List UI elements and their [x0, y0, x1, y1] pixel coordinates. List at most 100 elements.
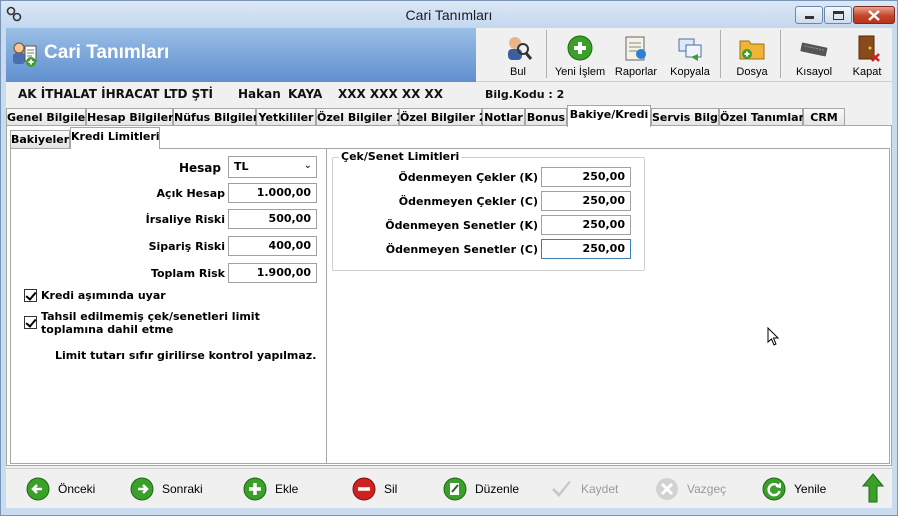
order-risk-input[interactable]: 400,00: [228, 236, 317, 256]
shortcut-button[interactable]: Kısayol: [786, 30, 842, 80]
find-button[interactable]: Bul: [494, 30, 542, 80]
tab-crm[interactable]: CRM: [803, 108, 845, 126]
tab-bonus[interactable]: Bonus: [525, 108, 567, 126]
balance-credit-panel: Bakiyeler Kredi Limitleri Hesap TL ⌄ Açı…: [6, 125, 892, 466]
arrow-right-icon: [130, 477, 154, 501]
refresh-icon: [762, 477, 786, 501]
currency-value: TL: [234, 160, 249, 173]
cancel-x-icon: [656, 478, 678, 500]
find-label: Bul: [510, 66, 526, 78]
maximize-button[interactable]: [824, 6, 852, 24]
arrow-up-icon[interactable]: [862, 473, 884, 503]
report-icon: [625, 36, 646, 61]
tab-custom-1[interactable]: Özel Bilgiler 1: [316, 108, 404, 126]
close-icon: [868, 10, 880, 21]
credit-overrun-warning-checkbox[interactable]: [24, 289, 37, 302]
new-transaction-button[interactable]: Yeni İşlem: [550, 30, 610, 80]
window-frame: Cari Tanımları Bul Yeni İşlem Raporlar K…: [0, 28, 898, 516]
toolbar-separator: [720, 30, 721, 78]
exit-door-icon: [858, 35, 880, 62]
window-content: Cari Tanımları Bul Yeni İşlem Raporlar K…: [6, 28, 892, 508]
copy-button[interactable]: Kopyala: [664, 30, 716, 80]
order-risk-label: Sipariş Riski: [148, 240, 225, 253]
tab-balance-credit[interactable]: Bakiye/Kredi: [567, 105, 651, 127]
minimize-button[interactable]: [795, 6, 823, 24]
currency-label: Hesap: [178, 161, 221, 175]
contact-first-name: Hakan: [238, 87, 281, 101]
waybill-risk-label: İrsaliye Riski: [145, 213, 225, 226]
page-title: Cari Tanımları: [44, 42, 170, 63]
subtab-credit-limits[interactable]: Kredi Limitleri: [70, 127, 160, 149]
new-transaction-label: Yeni İşlem: [554, 66, 606, 78]
file-button[interactable]: Dosya: [726, 30, 778, 80]
edit-button[interactable]: Düzenle: [443, 475, 523, 503]
contacts-icon: [13, 42, 37, 67]
arrow-left-icon: [26, 477, 50, 501]
exclude-uncollected-checkbox[interactable]: [24, 316, 37, 329]
toolbar-separator: [780, 30, 781, 78]
refresh-label: Yenile: [794, 482, 827, 496]
tab-contacts[interactable]: Yetkililer: [256, 108, 316, 126]
close-button[interactable]: [853, 6, 895, 24]
company-name: AK İTHALAT İHRACAT LTD ŞTİ: [18, 87, 213, 101]
previous-label: Önceki: [58, 482, 96, 496]
main-tab-strip: Genel Bilgiler Hesap Bilgileri Nüfus Bil…: [6, 104, 892, 127]
title-bar: Cari Tanımları: [0, 0, 898, 28]
edit-icon: [443, 477, 467, 501]
unpaid-cheques-c-input[interactable]: 250,00: [541, 191, 631, 211]
plus-icon: [243, 477, 267, 501]
reports-label: Raporlar: [614, 66, 658, 78]
exit-label: Kapat: [852, 66, 882, 78]
previous-button[interactable]: Önceki: [26, 475, 106, 503]
total-risk-input[interactable]: 1.900,00: [228, 263, 317, 283]
unpaid-notes-c-input[interactable]: 250,00: [541, 239, 631, 259]
search-person-icon: [508, 37, 532, 60]
save-label: Kaydet: [581, 482, 619, 496]
file-label: Dosya: [736, 66, 768, 78]
window-title: Cari Tanımları: [405, 7, 493, 23]
tab-account[interactable]: Hesap Bilgileri: [86, 108, 177, 126]
page-header: Cari Tanımları: [6, 28, 476, 82]
add-button[interactable]: Ekle: [243, 475, 303, 503]
credit-overrun-warning-label: Kredi aşımında uyar: [41, 289, 166, 302]
add-label: Ekle: [275, 482, 299, 496]
limit-zero-note: Limit tutarı sıfır girilirse kontrol yap…: [55, 349, 317, 362]
tab-custom-2[interactable]: Özel Bilgiler 2: [399, 108, 487, 126]
refresh-button[interactable]: Yenile: [762, 475, 842, 503]
edit-label: Düzenle: [475, 482, 520, 496]
minus-icon: [352, 477, 376, 501]
delete-button[interactable]: Sil: [352, 475, 402, 503]
contact-last-name: KAYA: [288, 87, 323, 101]
tab-general[interactable]: Genel Bilgiler: [6, 108, 91, 126]
save-button[interactable]: Kaydet: [549, 475, 629, 503]
currency-select[interactable]: TL ⌄: [228, 156, 317, 178]
copy-icon: [678, 38, 702, 61]
unpaid-notes-k-input[interactable]: 250,00: [541, 215, 631, 235]
maximize-icon: [833, 11, 844, 20]
cancel-label: Vazgeç: [687, 482, 727, 496]
cheque-limits-title: Çek/Senet Limitleri: [339, 150, 462, 163]
toolbar-separator: [546, 30, 547, 78]
contact-phone: XXX XXX XX XX: [338, 87, 444, 101]
account-info-bar: AK İTHALAT İHRACAT LTD ŞTİ Hakan KAYA XX…: [6, 84, 892, 104]
tab-identity[interactable]: Nüfus Bilgileri: [173, 108, 262, 126]
cheque-limits-group: Çek/Senet Limitleri Ödenmeyen Çekler (K)…: [332, 150, 645, 271]
exit-button[interactable]: Kapat: [846, 30, 888, 80]
tab-custom-definitions[interactable]: Özel Tanımlar: [719, 108, 804, 126]
waybill-risk-input[interactable]: 500,00: [228, 209, 317, 229]
record-navigation-bar: Önceki Sonraki Ekle Sil Düzenle Kaydet V…: [6, 468, 892, 508]
open-account-input[interactable]: 1.000,00: [228, 183, 317, 203]
unpaid-cheques-k-input[interactable]: 250,00: [541, 167, 631, 187]
keyboard-icon: [800, 42, 828, 57]
chevron-down-icon: ⌄: [303, 160, 312, 171]
tab-service[interactable]: Servis Bilg.: [651, 108, 722, 126]
subtab-balances[interactable]: Bakiyeler: [10, 130, 70, 148]
mouse-cursor-icon: [767, 327, 779, 346]
panel-divider: [326, 149, 327, 463]
add-icon: [567, 35, 593, 61]
credit-limits-panel: Hesap TL ⌄ Açık Hesap 1.000,00 İrsaliye …: [10, 148, 890, 464]
next-button[interactable]: Sonraki: [130, 475, 210, 503]
cancel-button[interactable]: Vazgeç: [655, 475, 735, 503]
tab-notes[interactable]: Notlar: [482, 108, 525, 126]
reports-button[interactable]: Raporlar: [610, 30, 662, 80]
